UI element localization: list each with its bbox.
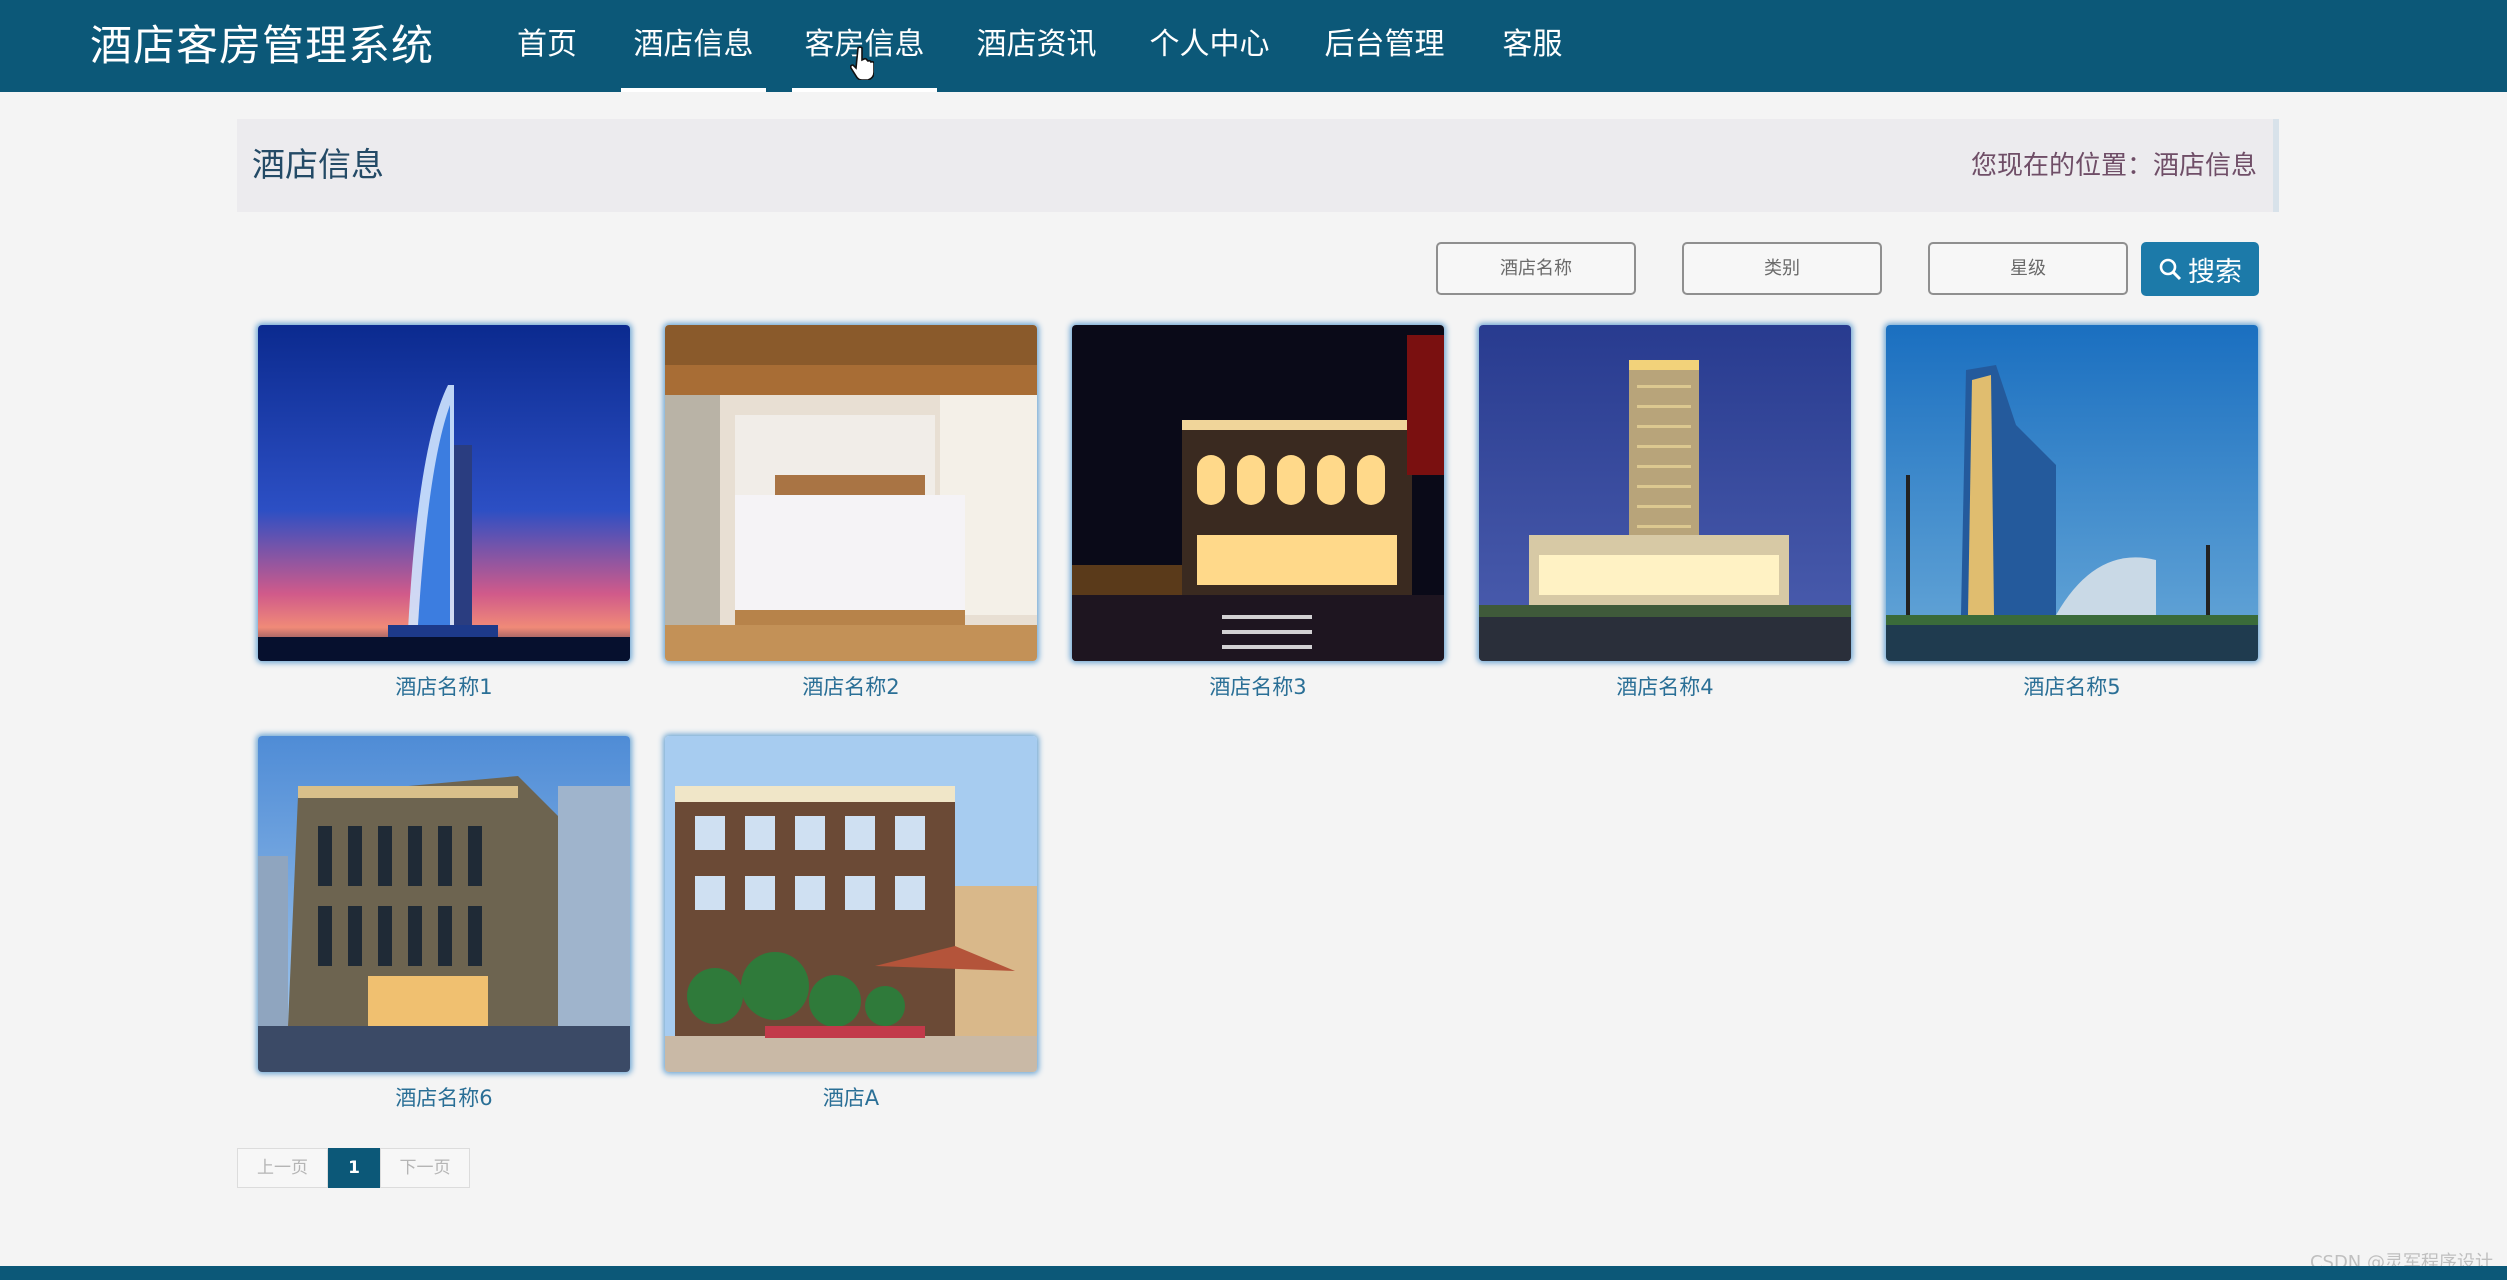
nav-hotel-news[interactable]: 酒店资讯 [964, 0, 1109, 92]
nav-home[interactable]: 首页 [508, 0, 586, 92]
hotel-image-classic-building[interactable] [258, 736, 630, 1072]
app-title: 酒店客房管理系统 [90, 21, 435, 70]
hotel-image-night-facade[interactable] [1072, 325, 1444, 661]
search-button[interactable]: 搜索 [2141, 242, 2259, 296]
hotel-card[interactable]: 酒店名称6 [258, 736, 630, 1116]
hotel-image-garden-hotel[interactable] [665, 736, 1037, 1072]
hotel-card[interactable]: 酒店名称2 [665, 325, 1037, 705]
page-header-bar: 酒店信息 您现在的位置：酒店信息 [237, 119, 2279, 212]
breadcrumb-location: 您现在的位置：酒店信息 [1970, 151, 2257, 181]
hotel-name[interactable]: 酒店名称1 [258, 672, 630, 702]
next-page-button[interactable]: 下一页 [380, 1148, 470, 1188]
hotel-image-sail-tower[interactable] [258, 325, 630, 661]
hotel-image-bedroom[interactable] [665, 325, 1037, 661]
hotel-card[interactable]: 酒店名称4 [1479, 325, 1851, 705]
hand-cursor-icon [850, 46, 874, 80]
page-title: 酒店信息 [252, 145, 384, 184]
search-button-label: 搜索 [2188, 256, 2242, 288]
hotel-card[interactable]: 酒店A [665, 736, 1037, 1116]
nav-personal-center[interactable]: 个人中心 [1137, 0, 1282, 92]
search-icon [2159, 258, 2182, 281]
hotel-image-tower-hotel[interactable] [1479, 325, 1851, 661]
nav-admin[interactable]: 后台管理 [1312, 0, 1457, 92]
category-input[interactable] [1682, 242, 1882, 295]
hotel-card[interactable]: 酒店名称1 [258, 325, 630, 705]
hotel-name[interactable]: 酒店名称3 [1072, 672, 1444, 702]
top-navbar: 酒店客房管理系统 首页 酒店信息 客房信息 酒店资讯 个人中心 后台管理 客服 [0, 0, 2507, 92]
hotel-name[interactable]: 酒店名称4 [1479, 672, 1851, 702]
hotel-name[interactable]: 酒店A [665, 1083, 1037, 1113]
hotel-name-input[interactable] [1436, 242, 1636, 295]
nav-hotel-info[interactable]: 酒店信息 [621, 0, 766, 92]
nav-customer-service[interactable]: 客服 [1495, 0, 1570, 92]
star-level-input[interactable] [1928, 242, 2128, 295]
page-number-current[interactable]: 1 [328, 1148, 380, 1188]
pagination: 上一页 1 下一页 [237, 1148, 470, 1188]
footer-bar [0, 1266, 2507, 1280]
hotel-name[interactable]: 酒店名称6 [258, 1083, 630, 1113]
hotel-name[interactable]: 酒店名称5 [1886, 672, 2258, 702]
hotel-name[interactable]: 酒店名称2 [665, 672, 1037, 702]
prev-page-button[interactable]: 上一页 [237, 1148, 328, 1188]
hotel-card[interactable]: 酒店名称5 [1886, 325, 2258, 705]
hotel-card[interactable]: 酒店名称3 [1072, 325, 1444, 705]
hotel-image-glass-tower[interactable] [1886, 325, 2258, 661]
